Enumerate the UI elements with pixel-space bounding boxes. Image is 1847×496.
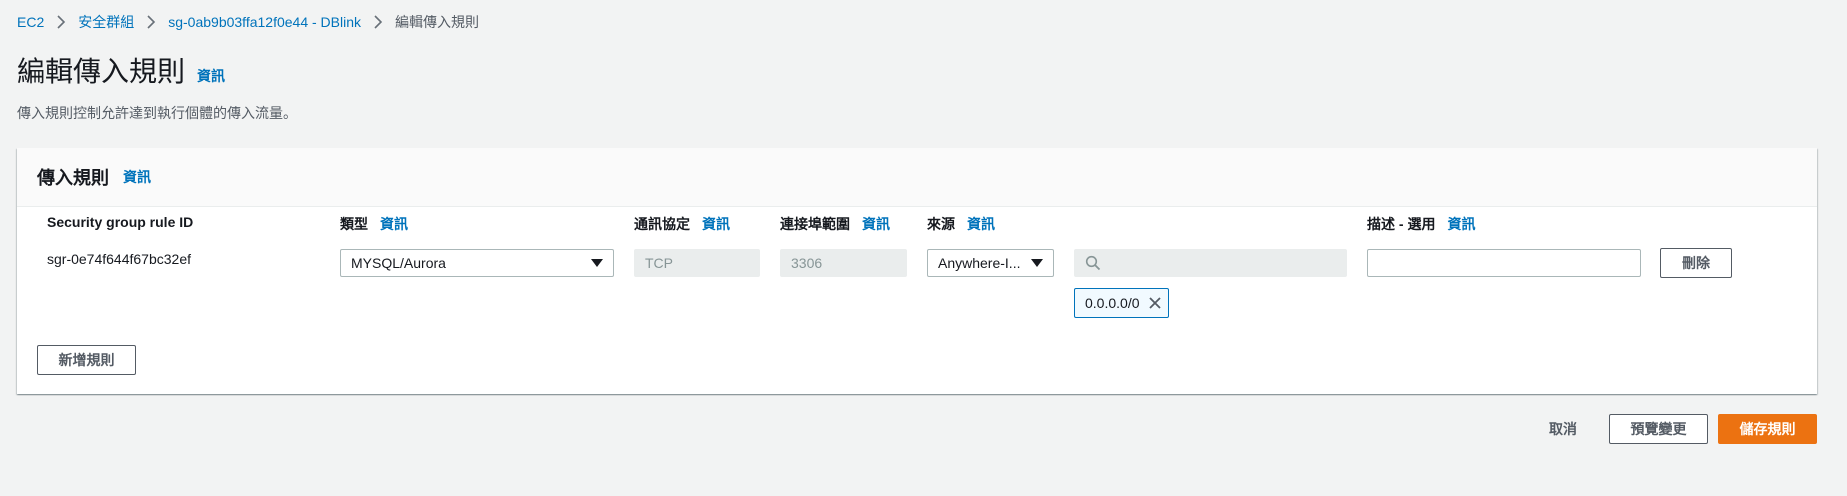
port-range-field: 3306 — [780, 249, 907, 277]
cidr-token-label: 0.0.0.0/0 — [1085, 295, 1140, 311]
description-input[interactable] — [1367, 249, 1641, 277]
page-description: 傳入規則控制允許達到執行個體的傳入流量。 — [17, 105, 297, 121]
panel-header: 傳入規則 資訊 — [17, 148, 1817, 207]
cidr-token: 0.0.0.0/0 — [1074, 288, 1169, 318]
breadcrumb-security-groups[interactable]: 安全群組 — [78, 12, 134, 32]
col-header-port-range: 連接埠範圍 資訊 — [780, 214, 890, 234]
source-info-link[interactable]: 資訊 — [967, 214, 995, 234]
save-rules-button[interactable]: 儲存規則 — [1718, 414, 1817, 444]
preview-changes-button[interactable]: 預覽變更 — [1609, 414, 1708, 444]
cancel-button[interactable]: 取消 — [1535, 414, 1591, 444]
col-header-source: 來源 資訊 — [927, 214, 995, 234]
col-header-description: 描述 - 選用 資訊 — [1367, 214, 1475, 234]
col-header-protocol: 通訊協定 資訊 — [634, 214, 730, 234]
chevron-right-icon — [56, 15, 66, 29]
search-icon — [1085, 255, 1101, 271]
rule-id: sgr-0e74f644f67bc32ef — [47, 251, 191, 267]
col-label-port-range: 連接埠範圍 — [780, 216, 850, 232]
port-range-value: 3306 — [791, 255, 823, 271]
breadcrumb-security-group[interactable]: sg-0ab9b03ffa12f0e44 - DBlink — [168, 14, 361, 30]
panel-info-link[interactable]: 資訊 — [123, 167, 151, 187]
chevron-right-icon — [373, 15, 383, 29]
source-search-input[interactable] — [1074, 249, 1347, 277]
col-header-rule-id: Security group rule ID — [47, 214, 193, 230]
breadcrumb: EC2 安全群組 sg-0ab9b03ffa12f0e44 - DBlink 編… — [17, 12, 479, 32]
page-header: 編輯傳入規則 資訊 — [17, 50, 225, 90]
close-icon[interactable] — [1148, 296, 1162, 310]
col-label-source: 來源 — [927, 216, 955, 232]
add-rule-button[interactable]: 新增規則 — [37, 345, 136, 375]
type-select-value: MYSQL/Aurora — [351, 255, 446, 271]
chevron-right-icon — [146, 15, 156, 29]
protocol-value: TCP — [645, 255, 673, 271]
delete-rule-button[interactable]: 刪除 — [1660, 248, 1732, 278]
protocol-field: TCP — [634, 249, 760, 277]
source-select[interactable]: Anywhere-I... — [927, 249, 1054, 277]
col-header-type: 類型 資訊 — [340, 214, 408, 234]
source-select-value: Anywhere-I... — [938, 255, 1021, 271]
col-label-description: 描述 - 選用 — [1367, 216, 1436, 232]
page-info-link[interactable]: 資訊 — [197, 66, 225, 86]
col-label-rule-id: Security group rule ID — [47, 214, 194, 230]
caret-down-icon — [1031, 259, 1043, 267]
description-info-link[interactable]: 資訊 — [1447, 214, 1475, 234]
type-select[interactable]: MYSQL/Aurora — [340, 249, 614, 277]
type-info-link[interactable]: 資訊 — [380, 214, 408, 234]
breadcrumb-ec2[interactable]: EC2 — [17, 14, 44, 30]
port-range-info-link[interactable]: 資訊 — [862, 214, 890, 234]
col-label-type: 類型 — [340, 216, 368, 232]
panel-title: 傳入規則 — [37, 168, 109, 188]
breadcrumb-current: 編輯傳入規則 — [395, 14, 480, 30]
page-title: 編輯傳入規則 — [17, 56, 186, 87]
col-label-protocol: 通訊協定 — [634, 216, 690, 232]
inbound-rules-panel: 傳入規則 資訊 Security group rule ID 類型 資訊 通訊協… — [17, 148, 1817, 394]
protocol-info-link[interactable]: 資訊 — [702, 214, 730, 234]
caret-down-icon — [591, 259, 603, 267]
